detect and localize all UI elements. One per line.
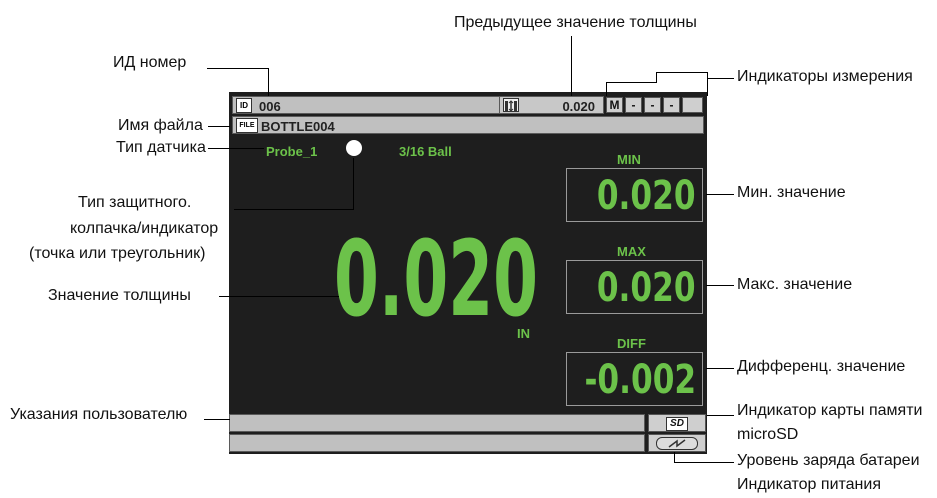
callout-sd-card-1: Индикатор карты памяти xyxy=(737,402,923,419)
callout-max-value: Макс. значение xyxy=(737,276,853,293)
leader-battery-h xyxy=(674,462,734,463)
thickness-unit: IN xyxy=(517,326,530,341)
thickness-value: 0.020 xyxy=(334,218,538,340)
mode-indicator: M xyxy=(606,97,623,113)
callout-power: Индикатор питания xyxy=(737,476,881,493)
thickness-gauge-icon xyxy=(503,98,519,112)
callout-cap-type-3: (точка или треугольник) xyxy=(29,245,206,262)
leader-cap-type-h xyxy=(234,209,353,210)
callout-cap-type-2: колпачка/индикатор xyxy=(70,220,219,237)
max-value: 0.020 xyxy=(597,265,696,311)
leader-indicators-h3 xyxy=(708,78,734,79)
id-icon: ID xyxy=(236,98,252,113)
probe-tip: 3/16 Ball xyxy=(399,144,452,159)
min-label: MIN xyxy=(617,152,641,167)
min-value-box: 0.020 xyxy=(566,168,703,222)
leader-id-number-h xyxy=(207,68,269,69)
callout-diff-value: Дифференц. значение xyxy=(737,358,906,375)
callout-previous-thickness: Предыдущее значение толщины xyxy=(454,14,697,31)
previous-thickness-value: 0.020 xyxy=(562,99,595,114)
leader-min-value xyxy=(706,194,734,195)
measurement-indicator-1: - xyxy=(625,97,642,113)
user-hint-bar xyxy=(229,414,645,432)
min-value: 0.020 xyxy=(597,173,696,219)
cap-indicator-dot xyxy=(346,140,362,156)
probe-type: Probe_1 xyxy=(266,144,318,159)
leader-diff-value xyxy=(706,368,734,369)
leader-file-name xyxy=(208,126,230,127)
leader-indicators-h2 xyxy=(656,72,708,73)
callout-battery: Уровень заряда батареи xyxy=(737,452,920,469)
leader-thickness-value xyxy=(219,296,339,297)
gauge-screen: ID 006 0.020 M - - - FILE BOTTLE004 Prob… xyxy=(229,92,707,454)
battery-icon xyxy=(656,437,698,450)
leader-indicators-v3 xyxy=(707,72,708,96)
measurement-indicator-4 xyxy=(682,97,703,113)
leader-user-hints xyxy=(204,419,230,420)
id-bar: ID 006 xyxy=(232,96,526,114)
measurement-indicator-2: - xyxy=(644,97,661,113)
callout-sd-card-2: microSD xyxy=(737,426,799,443)
id-number: 006 xyxy=(259,99,281,114)
leader-cap-type-v xyxy=(353,158,354,210)
leader-id-number-v xyxy=(268,68,269,96)
leader-max-value xyxy=(706,285,734,286)
diff-value-box: -0.002 xyxy=(566,352,703,406)
file-icon: FILE xyxy=(236,118,258,133)
callout-thickness-value: Значение толщины xyxy=(48,287,191,304)
sd-card-icon: SD xyxy=(648,414,706,432)
max-value-box: 0.020 xyxy=(566,260,703,314)
leader-probe-type xyxy=(208,148,264,149)
leader-indicators-h1 xyxy=(606,82,656,83)
callout-probe-type: Тип датчика xyxy=(116,139,206,156)
previous-thickness-bar: 0.020 xyxy=(499,96,604,114)
measurement-indicator-3: - xyxy=(663,97,680,113)
callout-min-value: Мин. значение xyxy=(737,184,846,201)
leader-sd-card xyxy=(707,415,734,416)
power-indicator xyxy=(648,434,706,452)
callout-id-number: ИД номер xyxy=(113,54,187,71)
callout-cap-type-1: Тип защитного. xyxy=(78,194,192,211)
file-name: BOTTLE004 xyxy=(261,119,335,134)
callout-file-name: Имя файла xyxy=(118,117,203,134)
diff-value: -0.002 xyxy=(584,357,696,403)
diff-label: DIFF xyxy=(617,336,646,351)
leader-indicators-v2 xyxy=(656,72,657,83)
leader-previous-thickness xyxy=(571,36,572,96)
file-bar: FILE BOTTLE004 xyxy=(232,116,704,134)
callout-measurement-indicators: Индикаторы измерения xyxy=(737,68,913,85)
status-bar xyxy=(229,434,645,452)
max-label: MAX xyxy=(617,244,646,259)
callout-user-hints: Указания пользователю xyxy=(10,406,188,423)
leader-indicators-v1 xyxy=(606,82,607,96)
